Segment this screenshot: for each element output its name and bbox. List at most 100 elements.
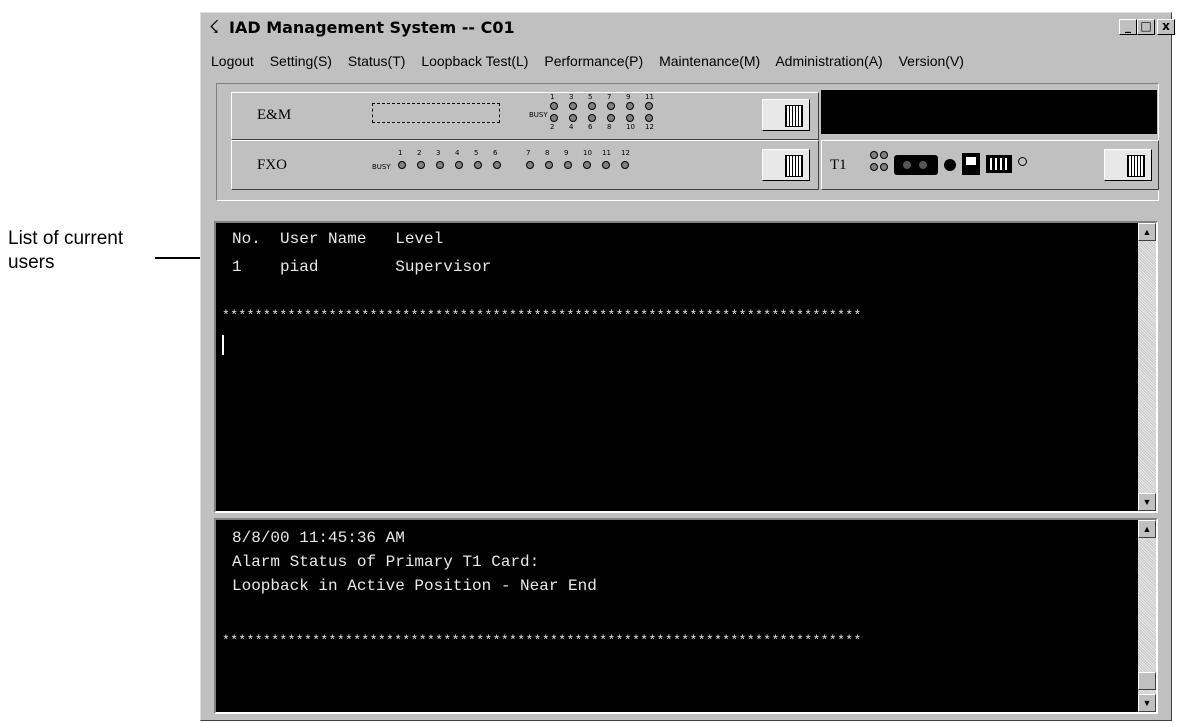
status-display	[821, 90, 1157, 134]
em-led-number: 2	[550, 123, 555, 131]
t1-card-slot[interactable]	[1104, 149, 1152, 181]
fxo-led-number: 12	[621, 149, 630, 157]
window-title: IAD Management System -- C01	[229, 18, 515, 37]
fxo-card[interactable]: FXO BUSY 1 2 3 4 5 6 7 8 9 10 11 12	[231, 140, 819, 190]
scroll-down-arrow-icon[interactable]: ▼	[1138, 493, 1156, 511]
em-busy-led	[645, 114, 653, 122]
menu-loopback-test[interactable]: Loopback Test(L)	[421, 53, 528, 69]
em-led-number: 10	[626, 123, 635, 131]
em-card-slot[interactable]	[762, 99, 810, 131]
em-busy-led	[569, 102, 577, 110]
scroll-down-arrow-icon[interactable]: ▼	[1138, 694, 1156, 712]
em-busy-led	[550, 102, 558, 110]
fxo-busy-led	[436, 161, 444, 169]
fxo-busy-led	[602, 161, 610, 169]
em-busy-led	[550, 114, 558, 122]
em-led-number: 11	[645, 93, 654, 101]
menu-status[interactable]: Status(T)	[348, 53, 406, 69]
fxo-led-number: 5	[474, 149, 479, 157]
fxo-led-number: 6	[493, 149, 498, 157]
maximize-button[interactable]: □	[1137, 19, 1155, 35]
alarm-detail-line: Loopback in Active Position - Near End	[232, 577, 597, 595]
fxo-busy-led	[455, 161, 463, 169]
alarm-status-line: Alarm Status of Primary T1 Card:	[232, 553, 540, 571]
menu-performance[interactable]: Performance(P)	[544, 53, 643, 69]
t1-power-led	[1018, 157, 1027, 166]
em-led-number: 1	[550, 93, 555, 101]
users-header: No. User Name Level	[232, 230, 444, 248]
em-busy-led	[607, 114, 615, 122]
em-card[interactable]: E&M BUSY 1 2 3 4 5 6 7 8 9 10 11 12	[231, 92, 819, 140]
alarm-scrollbar[interactable]: ▲ ▼	[1138, 520, 1156, 712]
em-led-number: 7	[607, 93, 612, 101]
em-busy-label: BUSY	[529, 111, 548, 119]
fxo-led-number: 4	[455, 149, 460, 157]
t1-led	[880, 151, 888, 159]
text-cursor	[222, 335, 224, 355]
fxo-led-number: 2	[417, 149, 422, 157]
em-busy-led	[588, 102, 596, 110]
menu-bar: Logout Setting(S) Status(T) Loopback Tes…	[211, 51, 976, 71]
device-panel: E&M BUSY 1 2 3 4 5 6 7 8 9 10 11 12 FXO BUSY 123456…	[216, 83, 1159, 201]
scroll-up-arrow-icon[interactable]: ▲	[1138, 520, 1156, 538]
fxo-busy-led	[398, 161, 406, 169]
minimize-button[interactable]: _	[1119, 19, 1137, 35]
em-led-number: 4	[569, 123, 574, 131]
callout-line1: List of current	[8, 228, 124, 249]
fxo-led-number: 9	[564, 149, 569, 157]
em-busy-led	[626, 114, 634, 122]
callout-label: List of current users	[8, 227, 123, 275]
em-busy-led	[569, 114, 577, 122]
fxo-busy-led	[621, 161, 629, 169]
users-separator: ****************************************…	[222, 308, 862, 323]
t1-connector	[894, 155, 938, 175]
network-icon: ☇	[209, 17, 220, 38]
users-terminal[interactable]: No. User Name Level 1 piad Supervisor **…	[214, 221, 1158, 513]
fxo-busy-led	[545, 161, 553, 169]
menu-logout[interactable]: Logout	[211, 53, 254, 69]
alarm-separator: ****************************************…	[222, 633, 862, 648]
menu-version[interactable]: Version(V)	[899, 53, 964, 69]
menu-setting[interactable]: Setting(S)	[270, 53, 332, 69]
fxo-busy-led	[526, 161, 534, 169]
fxo-card-slot[interactable]	[762, 149, 810, 181]
users-scrollbar[interactable]: ▲ ▼	[1138, 223, 1156, 511]
em-busy-led	[645, 102, 653, 110]
fxo-led-number: 1	[398, 149, 403, 157]
t1-led	[870, 151, 878, 159]
fxo-busy-label: BUSY	[372, 163, 391, 171]
app-window: ☇ IAD Management System -- C01 _ □ x Log…	[200, 12, 1175, 721]
em-led-number: 12	[645, 123, 654, 131]
fxo-label: FXO	[257, 157, 288, 173]
menu-maintenance[interactable]: Maintenance(M)	[659, 53, 760, 69]
em-label: E&M	[257, 107, 292, 123]
em-led-number: 8	[607, 123, 612, 131]
scroll-thumb[interactable]	[1138, 672, 1156, 690]
alarm-terminal[interactable]: 8/8/00 11:45:36 AM Alarm Status of Prima…	[214, 518, 1158, 714]
em-led-number: 9	[626, 93, 631, 101]
t1-rj-port	[962, 153, 980, 175]
t1-label: T1	[830, 157, 847, 173]
fxo-led-number: 10	[583, 149, 592, 157]
fxo-busy-led	[474, 161, 482, 169]
fxo-led-number: 3	[436, 149, 441, 157]
fxo-busy-led	[583, 161, 591, 169]
t1-card[interactable]: T1	[821, 140, 1159, 190]
fxo-led-number: 8	[545, 149, 550, 157]
t1-led	[880, 163, 888, 171]
menu-administration[interactable]: Administration(A)	[775, 53, 882, 69]
fxo-led-number: 7	[526, 149, 531, 157]
fxo-led-number: 11	[602, 149, 611, 157]
em-led-number: 5	[588, 93, 593, 101]
fxo-busy-led	[564, 161, 572, 169]
fxo-busy-led	[417, 161, 425, 169]
user-row: 1 piad Supervisor	[232, 258, 492, 276]
em-busy-led	[607, 102, 615, 110]
scroll-up-arrow-icon[interactable]: ▲	[1138, 223, 1156, 241]
t1-led	[870, 163, 878, 171]
callout-line2: users	[8, 252, 55, 273]
t1-port-icon	[944, 159, 956, 171]
t1-dip-switch	[986, 155, 1012, 173]
title-bar[interactable]: ☇ IAD Management System -- C01 _ □ x	[205, 17, 1175, 39]
close-button[interactable]: x	[1157, 19, 1175, 35]
